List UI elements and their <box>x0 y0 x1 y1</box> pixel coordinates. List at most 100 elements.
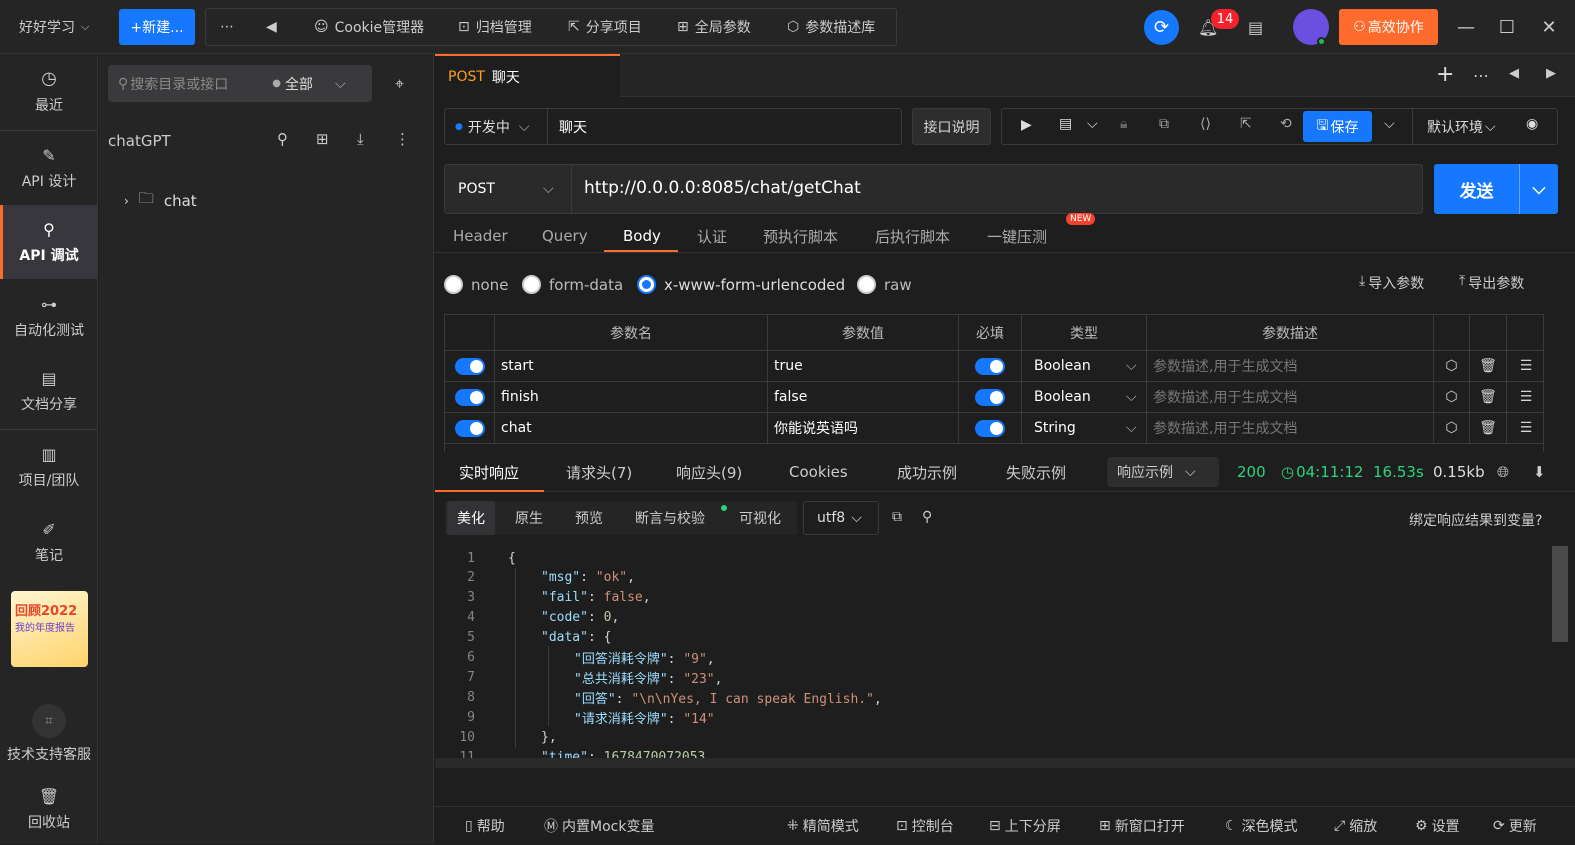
statusbar-split-button[interactable]: ⊟ 上下分屏 <box>989 807 1061 845</box>
drag-handle-icon[interactable]: ☰ <box>1507 413 1543 443</box>
next-tab-icon[interactable]: ▶ <box>1546 66 1556 81</box>
eye-icon[interactable]: ◉ <box>1526 116 1538 132</box>
feedback-icon[interactable]: ▤ <box>1248 0 1263 54</box>
lock-icon[interactable]: 🔒︎ <box>1120 116 1127 132</box>
tab-request-headers[interactable]: 请求头(7) <box>566 452 632 492</box>
type-select[interactable]: Boolean ⌵ <box>1022 382 1147 412</box>
delete-icon[interactable]: 🗑︎ <box>1470 382 1507 412</box>
example-select[interactable]: 响应示例 ⌵ <box>1107 457 1219 487</box>
search-input[interactable]: 搜索目录或接口 <box>130 74 272 94</box>
import-params-button[interactable]: ⤓ 导入参数 <box>1359 273 1424 293</box>
bind-var-link[interactable]: 绑定响应结果到变量? <box>1409 510 1542 530</box>
sync-icon[interactable]: ⟳ <box>1144 10 1179 45</box>
send-button[interactable]: 发送 ⌵ <box>1434 164 1558 214</box>
cube-icon[interactable]: ⬡ <box>1434 351 1470 381</box>
maximize-icon[interactable]: ☐ <box>1487 0 1527 54</box>
required-toggle[interactable] <box>959 351 1022 381</box>
copy-icon[interactable]: ⧉ <box>892 509 902 525</box>
globe-icon[interactable]: 🌐︎ <box>1497 452 1509 492</box>
param-desc-input[interactable]: 参数描述,用于生成文档 <box>1147 413 1434 443</box>
status-select[interactable]: ● 开发中 ⌵ <box>445 109 548 144</box>
history-icon[interactable]: ⟲ <box>1280 116 1292 132</box>
nav-notes[interactable]: ✐ 笔记 <box>0 505 98 579</box>
collab-button[interactable]: ⚇ 高效协作 <box>1339 9 1438 45</box>
filter-select[interactable]: 全部 <box>285 74 335 94</box>
add-tab-icon[interactable]: + <box>1436 62 1454 87</box>
tab-visualize[interactable]: 可视化 <box>729 501 791 535</box>
add-api-icon[interactable]: ⚲ <box>277 130 288 148</box>
radio-form-data[interactable]: form-data <box>522 275 623 294</box>
share-project-button[interactable]: ⇱ 分享项目 <box>568 9 642 45</box>
tab-auth[interactable]: 认证 <box>697 220 727 252</box>
enable-toggle[interactable] <box>445 351 495 381</box>
tab-cookies[interactable]: Cookies <box>789 452 848 492</box>
tab-fail-example[interactable]: 失败示例 <box>1006 452 1066 492</box>
chevron-down-icon[interactable]: ⌵ <box>1384 116 1395 132</box>
search-icon[interactable]: ⚲ <box>922 509 932 525</box>
tab-response-headers[interactable]: 响应头(9) <box>676 452 742 492</box>
type-select[interactable]: String ⌵ <box>1022 413 1147 443</box>
nav-project-team[interactable]: ▥ 项目/团队 <box>0 430 98 504</box>
collapse-left-icon[interactable]: ◀ <box>266 9 277 45</box>
param-value[interactable]: false <box>768 382 959 412</box>
param-name[interactable]: finish <box>495 382 768 412</box>
encoding-select[interactable]: utf8 ⌵ <box>803 501 879 535</box>
statusbar-gear-button[interactable]: ⚙ 设置 <box>1415 807 1460 845</box>
cube-icon[interactable]: ⬡ <box>1434 413 1470 443</box>
nav-doc-share[interactable]: ▤ 文档分享 <box>0 354 98 428</box>
param-value[interactable]: true <box>768 351 959 381</box>
code-icon[interactable]: ⟨⟩ <box>1200 116 1211 132</box>
param-desc-lib-button[interactable]: ⬡ 参数描述库 <box>787 9 875 45</box>
param-desc-input[interactable]: 参数描述,用于生成文档 <box>1147 351 1434 381</box>
tab-pretty[interactable]: 美化 <box>447 501 495 535</box>
tab-post-script[interactable]: 后执行脚本 <box>875 220 950 252</box>
tab-preview[interactable]: 预览 <box>565 501 613 535</box>
drag-handle-icon[interactable]: ☰ <box>1507 351 1543 381</box>
statusbar-console-button[interactable]: ⊡ 控制台 <box>896 807 954 845</box>
env-select[interactable]: 默认环境 ⌵ <box>1412 109 1496 144</box>
drag-handle-icon[interactable]: ☰ <box>1507 382 1543 412</box>
delete-icon[interactable]: 🗑︎ <box>1470 351 1507 381</box>
chevron-down-icon[interactable]: ⌵ <box>1520 164 1558 214</box>
statusbar-zoom-button[interactable]: ⤢ 缩放 <box>1334 807 1377 845</box>
save-button[interactable]: 🖫︎ 保存 <box>1303 111 1372 142</box>
nav-auto-test[interactable]: ⊶ 自动化测试 <box>0 280 98 354</box>
cookie-manager-button[interactable]: ☺ Cookie管理器 <box>314 9 424 45</box>
statusbar-compact-button[interactable]: ⁜ 精简模式 <box>787 807 859 845</box>
export-params-button[interactable]: ⤒ 导出参数 <box>1459 273 1524 293</box>
chevron-down-icon[interactable]: ⌵ <box>1087 116 1098 132</box>
required-toggle[interactable] <box>959 413 1022 443</box>
prev-tab-icon[interactable]: ◀ <box>1509 66 1519 81</box>
radio-none[interactable]: none <box>444 275 508 294</box>
minimize-icon[interactable]: — <box>1446 0 1486 54</box>
share-icon[interactable]: ⇱ <box>1240 116 1252 132</box>
enable-toggle[interactable] <box>445 382 495 412</box>
new-button[interactable]: +新建... <box>119 9 195 45</box>
api-doc-button[interactable]: 接口说明 <box>912 108 991 145</box>
tab-assertions[interactable]: 断言与校验 <box>625 501 715 535</box>
nav-recent[interactable]: ◷ 最近 <box>0 54 98 128</box>
h-scrollbar[interactable] <box>435 758 1575 768</box>
locate-icon[interactable]: ⌖ <box>395 74 404 94</box>
cube-icon[interactable]: ⬡ <box>1434 382 1470 412</box>
archive-button[interactable]: ⊡ 归档管理 <box>458 9 532 45</box>
url-input[interactable]: http://0.0.0.0:8085/chat/getChat <box>584 178 861 198</box>
import-icon[interactable]: ⤓ <box>357 130 364 148</box>
param-desc-input[interactable]: 参数描述,用于生成文档 <box>1147 382 1434 412</box>
tab-raw[interactable]: 原生 <box>505 501 553 535</box>
tab-body[interactable]: Body <box>623 220 661 252</box>
statusbar-update-button[interactable]: ⟳ 更新 <box>1493 807 1537 845</box>
more-icon[interactable]: ⋮ <box>395 130 410 148</box>
param-value[interactable]: 你能说英语吗 <box>768 413 959 443</box>
run-icon[interactable]: ▶ <box>1021 117 1032 133</box>
statusbar-moon-button[interactable]: ☾ 深色模式 <box>1225 807 1298 845</box>
type-select[interactable]: Boolean ⌵ <box>1022 351 1147 381</box>
more-tabs-icon[interactable]: ⋯ <box>1473 66 1489 85</box>
download-icon[interactable]: ⬇ <box>1533 452 1546 492</box>
workspace-select[interactable]: 好好学习 ⌵ <box>19 0 89 54</box>
enable-toggle[interactable] <box>445 413 495 443</box>
annual-report-banner[interactable]: 回顾2022 我的年度报告 <box>11 591 88 667</box>
nav-api-design[interactable]: ✎ API 设计 <box>0 131 98 205</box>
method-select[interactable]: POST ⌵ <box>445 165 572 213</box>
global-params-button[interactable]: ⊞ 全局参数 <box>677 9 751 45</box>
